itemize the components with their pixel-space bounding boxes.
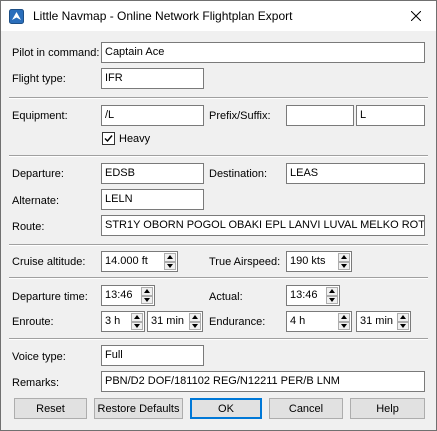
restore-defaults-button[interactable]: Restore Defaults — [94, 398, 183, 419]
endurance-minutes-value: 31 min — [360, 315, 394, 327]
departure-time-spinbox[interactable]: 13:46 — [101, 285, 155, 306]
departure-input[interactable]: EDSB — [101, 163, 204, 184]
reset-button[interactable]: Reset — [14, 398, 87, 419]
spin-up-icon[interactable] — [326, 287, 338, 296]
voice-type-input[interactable]: Full — [101, 345, 204, 366]
cancel-button[interactable]: Cancel — [269, 398, 343, 419]
true-airspeed-value: 190 kts — [290, 255, 326, 267]
route-input[interactable]: STR1Y OBORN POGOL OBAKI EPL LANVI LUVAL … — [101, 215, 425, 236]
pilot-label: Pilot in command: — [12, 47, 100, 59]
enroute-minutes-value: 31 min — [151, 315, 185, 327]
spin-up-icon[interactable] — [189, 313, 201, 322]
flight-type-label: Flight type: — [12, 73, 66, 85]
prefix-suffix-label: Prefix/Suffix: — [209, 110, 271, 122]
spin-down-icon[interactable] — [131, 321, 143, 330]
destination-label: Destination: — [209, 168, 268, 180]
voice-type-label: Voice type: — [12, 351, 66, 363]
export-dialog: Little Navmap - Online Network Flightpla… — [0, 0, 437, 431]
pilot-input[interactable]: Captain Ace — [101, 42, 425, 63]
actual-time-value: 13:46 — [290, 289, 318, 301]
true-airspeed-spinbox[interactable]: 190 kts — [286, 251, 352, 272]
spin-up-icon[interactable] — [338, 313, 350, 322]
close-icon[interactable] — [402, 5, 430, 27]
true-airspeed-label: True Airspeed: — [209, 256, 281, 268]
spin-up-icon[interactable] — [131, 313, 143, 322]
endurance-label: Endurance: — [209, 316, 266, 328]
cruise-altitude-value: 14.000 ft — [105, 255, 148, 267]
equipment-label: Equipment: — [12, 110, 68, 122]
spin-up-icon[interactable] — [141, 287, 153, 296]
spin-down-icon[interactable] — [141, 295, 153, 304]
spin-down-icon[interactable] — [326, 295, 338, 304]
spin-down-icon[interactable] — [397, 321, 409, 330]
flight-type-input[interactable]: IFR — [101, 68, 204, 89]
enroute-minutes-spinbox[interactable]: 31 min — [147, 311, 203, 332]
departure-time-value: 13:46 — [105, 289, 133, 301]
enroute-label: Enroute: — [12, 316, 54, 328]
endurance-hours-spinbox[interactable]: 4 h — [286, 311, 352, 332]
enroute-hours-spinbox[interactable]: 3 h — [101, 311, 145, 332]
remarks-input[interactable]: PBN/D2 DOF/181102 REG/N12211 PER/B LNM — [101, 371, 425, 392]
separator — [9, 277, 428, 279]
checkmark-icon — [104, 135, 113, 143]
endurance-hours-value: 4 h — [290, 315, 306, 327]
enroute-hours-value: 3 h — [105, 315, 121, 327]
suffix-input[interactable]: L — [356, 105, 425, 126]
departure-time-label: Departure time: — [12, 291, 88, 303]
remarks-label: Remarks: — [12, 377, 60, 389]
alternate-label: Alternate: — [12, 195, 60, 207]
alternate-input[interactable]: LELN — [101, 189, 204, 210]
spin-down-icon[interactable] — [338, 261, 350, 270]
cruise-altitude-spinbox[interactable]: 14.000 ft — [101, 251, 178, 272]
window-title: Little Navmap - Online Network Flightpla… — [33, 9, 293, 23]
equipment-input[interactable]: /L — [101, 105, 204, 126]
heavy-checkbox[interactable] — [102, 132, 115, 145]
heavy-label: Heavy — [119, 133, 151, 145]
separator — [9, 97, 428, 99]
spin-up-icon[interactable] — [338, 253, 350, 262]
prefix-input[interactable] — [286, 105, 354, 126]
help-button[interactable]: Help — [350, 398, 425, 419]
endurance-minutes-spinbox[interactable]: 31 min — [356, 311, 411, 332]
spin-up-icon[interactable] — [397, 313, 409, 322]
destination-input[interactable]: LEAS — [286, 163, 425, 184]
departure-label: Departure: — [12, 168, 64, 180]
actual-label: Actual: — [209, 291, 243, 303]
separator — [9, 155, 428, 157]
route-label: Route: — [12, 221, 45, 233]
spin-down-icon[interactable] — [189, 321, 201, 330]
spin-down-icon[interactable] — [164, 261, 176, 270]
actual-time-spinbox[interactable]: 13:46 — [286, 285, 340, 306]
spin-down-icon[interactable] — [338, 321, 350, 330]
spin-up-icon[interactable] — [164, 253, 176, 262]
title-bar: Little Navmap - Online Network Flightpla… — [1, 1, 436, 31]
ok-button[interactable]: OK — [190, 398, 262, 419]
cruise-altitude-label: Cruise altitude: — [12, 256, 86, 268]
separator — [9, 338, 428, 340]
little-navmap-icon — [9, 9, 24, 24]
separator — [9, 244, 428, 246]
